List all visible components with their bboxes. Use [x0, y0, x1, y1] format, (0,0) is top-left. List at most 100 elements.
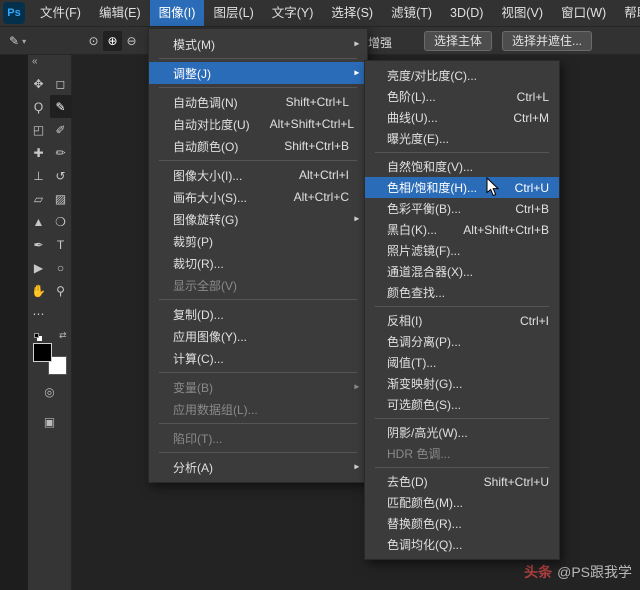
menu-item[interactable]: 裁剪(P): [149, 230, 367, 252]
tool-preset-dropdown[interactable]: ✎ ▾: [6, 31, 29, 51]
type-tool[interactable]: T: [50, 233, 72, 256]
menu-item[interactable]: 色调分离(P)...: [365, 331, 559, 352]
menu-item[interactable]: 阴影/高光(W)...: [365, 422, 559, 443]
default-colors-icon[interactable]: [33, 333, 39, 338]
add-to-selection-icon[interactable]: ⊕: [103, 31, 122, 51]
menubar-item[interactable]: 编辑(E): [90, 0, 150, 26]
menu-item[interactable]: 自动对比度(U) Alt+Shift+Ctrl+L: [149, 113, 367, 135]
eyedropper-tool[interactable]: ✐: [50, 118, 72, 141]
menubar-item[interactable]: 图层(L): [204, 0, 262, 26]
foreground-color-swatch[interactable]: [32, 343, 52, 362]
menubar-item[interactable]: 图像(I): [149, 0, 205, 26]
quick-mask-button[interactable]: ◎: [39, 385, 61, 405]
menubar-item[interactable]: 3D(D): [441, 0, 492, 26]
menu-item[interactable]: 色阶(L)... Ctrl+L: [365, 86, 559, 107]
menu-item-shortcut: Alt+Shift+Ctrl+L: [269, 117, 355, 131]
menu-item[interactable]: 显示全部(V): [149, 274, 367, 296]
blur-tool[interactable]: ▲: [28, 210, 50, 233]
eraser-tool[interactable]: ▱: [28, 187, 50, 210]
path-selection-tool[interactable]: ▶: [28, 256, 50, 279]
menubar-item[interactable]: 滤镜(T): [382, 0, 441, 26]
lasso-tool[interactable]: Ϙ: [28, 95, 50, 118]
menu-item[interactable]: 颜色查找...: [365, 282, 559, 303]
submenu-arrow-icon: ▶: [354, 463, 360, 471]
brush-tool[interactable]: ✏: [50, 141, 72, 164]
menubar-items: 文件(F) 编辑(E) 图像(I) 图层(L) 文字(Y) 选择(S) 滤镜(T) 3D(D)…: [31, 0, 640, 26]
rectangular-marquee-tool[interactable]: ◻: [50, 72, 72, 95]
menubar-item[interactable]: 视图(V): [492, 0, 552, 26]
screen-mode-button[interactable]: ▣: [39, 415, 61, 435]
menu-item[interactable]: 调整(J) ▶: [149, 62, 367, 84]
healing-brush-tool[interactable]: ✚: [28, 141, 50, 164]
menu-item[interactable]: 模式(M) ▶: [149, 33, 367, 55]
menu-item[interactable]: 应用数据组(L)...: [149, 398, 367, 420]
menu-item[interactable]: 复制(D)...: [149, 303, 367, 325]
submenu-arrow-icon: ▶: [354, 40, 360, 48]
move-tool[interactable]: ✥: [28, 72, 50, 95]
menu-separator: [159, 299, 357, 300]
menu-item[interactable]: 匹配颜色(M)...: [365, 492, 559, 513]
menu-item[interactable]: 色相/饱和度(H)... Ctrl+U: [365, 177, 559, 198]
watermark: 头条 @PS跟我学: [524, 562, 632, 582]
menu-item[interactable]: 自然饱和度(V)...: [365, 156, 559, 177]
menu-item[interactable]: 裁切(R)...: [149, 252, 367, 274]
menu-item[interactable]: 照片滤镜(F)...: [365, 240, 559, 261]
menubar-item[interactable]: 文件(F): [31, 0, 90, 26]
menu-item-shortcut: Shift+Ctrl+L: [285, 95, 349, 109]
menu-item[interactable]: 变量(B) ▶: [149, 376, 367, 398]
menubar-item[interactable]: 帮助(H): [615, 0, 640, 26]
menu-item-shortcut: Alt+Ctrl+C: [293, 190, 349, 204]
menu-item[interactable]: 曲线(U)... Ctrl+M: [365, 107, 559, 128]
menubar-item[interactable]: 文字(Y): [263, 0, 323, 26]
crop-tool[interactable]: ◰: [28, 118, 50, 141]
menu-item[interactable]: 分析(A) ▶: [149, 456, 367, 478]
menu-item[interactable]: 应用图像(Y)...: [149, 325, 367, 347]
menu-item-label: 模式(M): [173, 37, 215, 52]
menu-item[interactable]: 黑白(K)... Alt+Shift+Ctrl+B: [365, 219, 559, 240]
menubar-item[interactable]: 窗口(W): [552, 0, 615, 26]
history-brush-tool[interactable]: ↺: [50, 164, 72, 187]
menu-item[interactable]: 曝光度(E)...: [365, 128, 559, 149]
gradient-tool[interactable]: ▨: [50, 187, 72, 210]
collapse-toolbar-button[interactable]: «: [28, 55, 71, 69]
clone-stamp-tool[interactable]: ⊥: [28, 164, 50, 187]
menu-item[interactable]: 替换颜色(R)...: [365, 513, 559, 534]
menu-item[interactable]: 阈值(T)...: [365, 352, 559, 373]
menu-item[interactable]: 去色(D) Shift+Ctrl+U: [365, 471, 559, 492]
zoom-tool[interactable]: ⚲: [50, 279, 72, 302]
menu-item-label: 自动颜色(O): [173, 139, 239, 154]
menu-item[interactable]: 通道混合器(X)...: [365, 261, 559, 282]
select-subject-button[interactable]: 选择主体: [424, 31, 493, 51]
swap-colors-icon[interactable]: ⇄: [59, 330, 67, 341]
menu-item[interactable]: 可选颜色(S)...: [365, 394, 559, 415]
menu-item[interactable]: 画布大小(S)... Alt+Ctrl+C: [149, 186, 367, 208]
quick-selection-tool[interactable]: ✎: [49, 95, 72, 118]
menu-separator: [375, 467, 549, 468]
menu-item[interactable]: HDR 色调...: [365, 443, 559, 464]
edit-toolbar-button[interactable]: ⋯: [28, 302, 50, 325]
new-selection-icon[interactable]: ⊙: [84, 31, 103, 51]
hand-tool[interactable]: ✋: [28, 279, 50, 302]
shape-tool[interactable]: ○: [50, 256, 72, 279]
photoshop-logo-icon: Ps: [3, 2, 25, 24]
dodge-tool[interactable]: ❍: [50, 210, 72, 233]
menu-item[interactable]: 自动颜色(O) Shift+Ctrl+B: [149, 135, 367, 157]
menu-item-label: 亮度/对比度(C)...: [387, 69, 477, 83]
menu-item[interactable]: 色彩平衡(B)... Ctrl+B: [365, 198, 559, 219]
menu-item[interactable]: 陷印(T)...: [149, 427, 367, 449]
select-and-mask-button[interactable]: 选择并遮住...: [502, 31, 593, 51]
menu-item[interactable]: 渐变映射(G)...: [365, 373, 559, 394]
menu-item[interactable]: 图像大小(I)... Alt+Ctrl+I: [149, 164, 367, 186]
pen-tool[interactable]: ✒: [28, 233, 50, 256]
enhance-label[interactable]: 增强: [368, 34, 392, 51]
menu-item-label: 匹配颜色(M)...: [387, 496, 463, 510]
menu-item[interactable]: 计算(C)...: [149, 347, 367, 369]
menu-item[interactable]: 图像旋转(G) ▶: [149, 208, 367, 230]
menu-item[interactable]: 反相(I) Ctrl+I: [365, 310, 559, 331]
menu-item-label: 黑白(K)...: [387, 223, 437, 237]
menubar-item[interactable]: 选择(S): [322, 0, 382, 26]
menu-item[interactable]: 色调均化(Q)...: [365, 534, 559, 555]
subtract-from-selection-icon[interactable]: ⊖: [122, 31, 141, 51]
menu-item[interactable]: 亮度/对比度(C)...: [365, 65, 559, 86]
menu-item[interactable]: 自动色调(N) Shift+Ctrl+L: [149, 91, 367, 113]
